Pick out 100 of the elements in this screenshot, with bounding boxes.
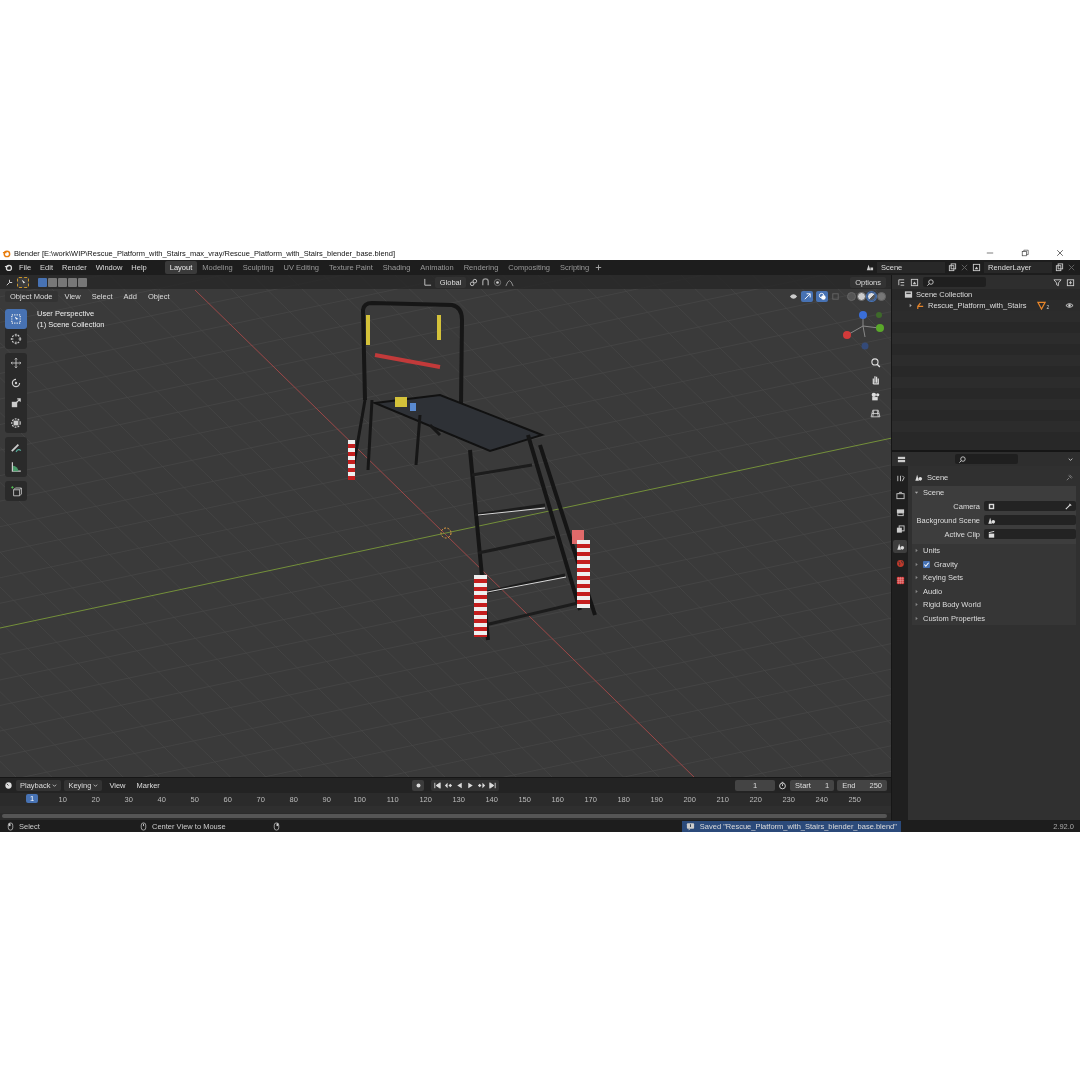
data-block-field[interactable] — [984, 515, 1076, 525]
filter-icon[interactable] — [1053, 277, 1062, 287]
scrollbar[interactable] — [2, 814, 887, 818]
render-icon — [895, 491, 905, 500]
render-properties-tab[interactable] — [893, 489, 907, 502]
zoom-icon[interactable] — [870, 357, 881, 368]
layers-icon[interactable] — [972, 263, 981, 272]
close-icon[interactable] — [960, 263, 969, 272]
rotate-icon — [10, 377, 22, 389]
transform-icon — [10, 417, 22, 429]
shading-mode-button[interactable] — [867, 291, 876, 301]
add-cube-icon — [10, 485, 22, 497]
filter-layers-icon[interactable] — [910, 277, 919, 287]
play-reverse-icon[interactable] — [455, 781, 465, 791]
overlapping-circles-icon — [817, 291, 827, 301]
view-layer-icon — [895, 525, 905, 534]
jump-start-icon[interactable] — [433, 781, 443, 791]
previous-keyframe-icon[interactable] — [444, 781, 454, 791]
collapsed-triangle-icon — [914, 575, 919, 581]
clock-icon[interactable] — [4, 781, 13, 791]
cursor-icon — [10, 333, 22, 345]
link-icon[interactable] — [469, 277, 479, 287]
selection-mode-button[interactable] — [58, 277, 67, 287]
magnet-icon[interactable] — [481, 277, 491, 287]
editor-type-icon[interactable] — [897, 454, 906, 464]
shading-mode-button[interactable] — [857, 291, 866, 301]
falloff-curve-icon[interactable] — [505, 277, 515, 287]
hand-icon[interactable] — [870, 374, 881, 385]
collapsed-triangle-icon — [914, 588, 919, 594]
arrow-icon — [802, 291, 812, 301]
caret-icon — [52, 783, 58, 789]
selection-mode-button[interactable] — [48, 277, 57, 287]
checkmark-icon — [923, 560, 930, 568]
timeline-track[interactable] — [0, 806, 891, 813]
selection-mode-button[interactable] — [38, 277, 47, 287]
app-logo-icon[interactable] — [4, 263, 13, 272]
close-icon[interactable] — [1056, 249, 1064, 257]
eyedropper-icon[interactable] — [1064, 501, 1073, 511]
camera-icon — [987, 501, 996, 511]
output-icon — [895, 508, 905, 517]
select-tool-button[interactable] — [17, 276, 29, 288]
mouse-right-icon — [272, 821, 281, 831]
app-logo-icon — [2, 248, 11, 258]
record-button[interactable] — [412, 780, 425, 792]
scene-icon — [895, 542, 905, 551]
play-icon[interactable] — [466, 781, 476, 791]
texture-icon — [895, 576, 905, 585]
collapsed-triangle-icon — [914, 615, 919, 621]
gizmo-toggle-button[interactable] — [801, 290, 813, 302]
proportional-edit-icon[interactable] — [493, 277, 503, 287]
navigation-gizmo-drawing[interactable] — [843, 311, 884, 350]
overlay-toggle-button[interactable] — [816, 290, 828, 302]
stopwatch-icon[interactable] — [778, 781, 788, 791]
eye-icon[interactable] — [1065, 301, 1074, 310]
mouse-middle-icon — [139, 821, 148, 831]
data-block-field[interactable] — [984, 501, 1076, 511]
display-mode-icon[interactable] — [897, 277, 906, 287]
expand-triangle-icon — [914, 490, 919, 495]
scale-icon — [10, 397, 22, 409]
annotate-icon — [10, 441, 22, 453]
tool-icon — [895, 474, 905, 483]
world-icon — [895, 559, 905, 568]
collapsed-triangle-icon — [914, 602, 919, 608]
caret-icon — [93, 783, 99, 789]
copy-icon[interactable] — [948, 263, 957, 272]
select-icon — [10, 313, 22, 325]
visibility-icon[interactable] — [789, 291, 798, 301]
data-block-field[interactable] — [984, 529, 1076, 539]
copy-icon[interactable] — [1055, 263, 1064, 272]
close-icon[interactable] — [1067, 263, 1076, 272]
grid-icon[interactable] — [870, 408, 881, 419]
info-icon — [685, 821, 695, 831]
search-field[interactable] — [923, 277, 986, 287]
move-icon — [10, 357, 22, 369]
select-tool-button[interactable] — [5, 309, 27, 329]
measure-icon — [10, 461, 22, 473]
mouse-left-icon — [6, 821, 15, 831]
selection-mode-button[interactable] — [78, 277, 87, 287]
mesh-icon[interactable] — [1037, 301, 1047, 310]
collection-icon — [904, 290, 913, 299]
selection-mode-button[interactable] — [68, 277, 77, 287]
scene-icon[interactable] — [865, 263, 874, 272]
collapsed-triangle-icon — [914, 548, 919, 554]
orientation-icon — [422, 277, 432, 287]
new-collection-icon[interactable] — [1066, 277, 1075, 287]
expand-triangle-icon[interactable] — [908, 303, 913, 308]
scene-properties-tab[interactable] — [893, 540, 907, 553]
search-field[interactable] — [954, 454, 1018, 464]
search-icon — [926, 277, 935, 287]
origin-marker-icon — [440, 527, 452, 539]
editor-type-icon[interactable] — [5, 277, 14, 287]
checkbox[interactable] — [923, 560, 930, 568]
next-keyframe-icon[interactable] — [477, 781, 487, 791]
camera-icon[interactable] — [870, 391, 881, 402]
jump-end-icon[interactable] — [488, 781, 498, 791]
pin-icon[interactable] — [1065, 472, 1074, 482]
search-icon — [957, 454, 967, 464]
clip-icon — [987, 529, 996, 539]
add-icon[interactable] — [594, 263, 604, 272]
restore-icon[interactable] — [1021, 249, 1029, 257]
